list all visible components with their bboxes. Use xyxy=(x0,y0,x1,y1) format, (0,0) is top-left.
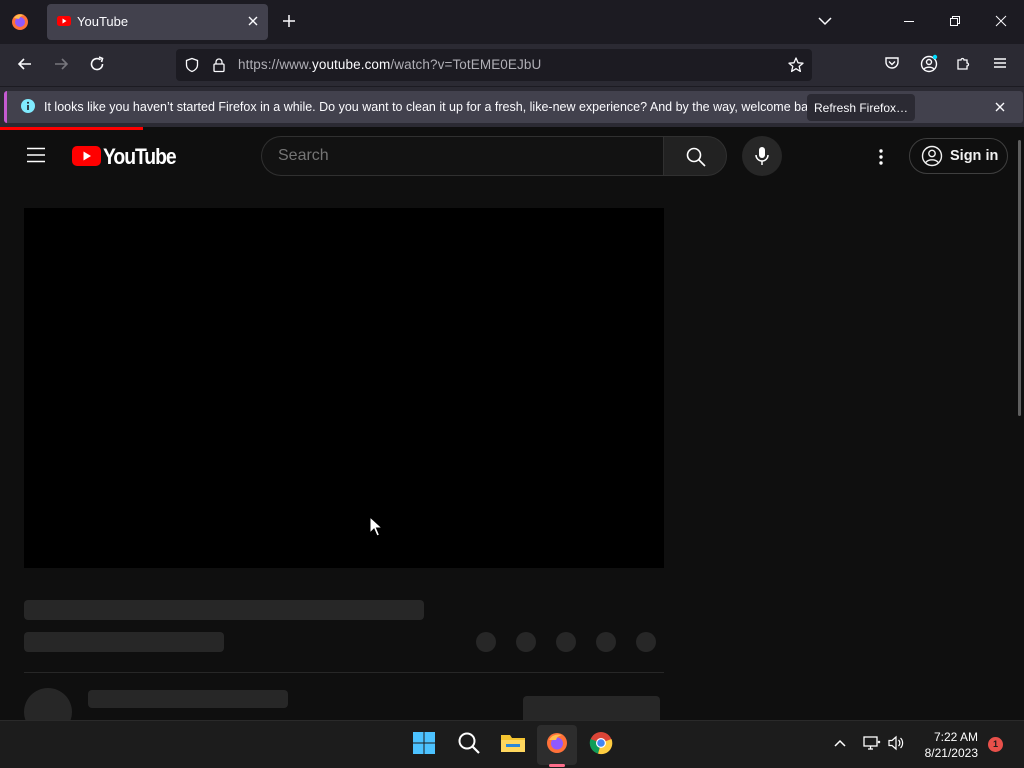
sign-in-label: Sign in xyxy=(950,148,999,164)
address-bar[interactable]: https://www.youtube.com/watch?v=TotEME0E… xyxy=(176,49,812,81)
title-placeholder xyxy=(24,600,424,620)
navigation-toolbar: https://www.youtube.com/watch?v=TotEME0E… xyxy=(0,44,1024,86)
user-circle-icon xyxy=(921,145,943,167)
url-host: youtube.com xyxy=(311,57,391,72)
youtube-page: YouTube Sign in xyxy=(0,130,1024,720)
meta-placeholder xyxy=(24,632,224,652)
list-all-tabs-icon[interactable] xyxy=(816,12,834,30)
url-text[interactable]: https://www.youtube.com/watch?v=TotEME0E… xyxy=(238,57,541,72)
search-button[interactable] xyxy=(663,136,727,176)
show-hidden-icons-chevron-icon[interactable] xyxy=(832,735,848,751)
forward-arrow-icon[interactable] xyxy=(51,54,71,74)
notification-message: It looks like you haven’t started Firefo… xyxy=(44,100,825,114)
youtube-favicon-icon xyxy=(57,16,71,26)
mouse-cursor-icon xyxy=(369,516,383,538)
sign-in-button[interactable]: Sign in xyxy=(909,138,1008,174)
url-path: /watch?v=TotEME0EJbU xyxy=(390,57,542,72)
guide-menu-icon[interactable] xyxy=(27,147,45,163)
refresh-firefox-button[interactable]: Refresh Firefox… xyxy=(807,94,915,121)
page-scrollbar[interactable] xyxy=(1018,140,1021,416)
search-icon xyxy=(686,147,706,167)
action-placeholder-5 xyxy=(636,632,656,652)
tab-strip: YouTube xyxy=(0,0,1024,44)
clock-date[interactable]: 8/21/2023 xyxy=(916,746,978,760)
divider xyxy=(24,672,664,673)
notification-center-badge[interactable]: 1 xyxy=(988,737,1003,752)
windows-start-icon[interactable] xyxy=(412,731,436,755)
pocket-icon[interactable] xyxy=(883,54,901,72)
firefox-taskbar-icon[interactable] xyxy=(545,731,569,755)
close-window-icon[interactable] xyxy=(992,12,1010,30)
close-tab-icon[interactable] xyxy=(247,15,259,27)
url-prefix: https://www. xyxy=(238,57,312,72)
subscribe-placeholder xyxy=(523,696,660,720)
taskbar-search-icon[interactable] xyxy=(457,731,481,755)
settings-kebab-icon[interactable] xyxy=(871,147,891,167)
tab-title: YouTube xyxy=(77,14,129,29)
tab-youtube[interactable]: YouTube xyxy=(47,4,268,40)
action-placeholder-1 xyxy=(476,632,496,652)
account-icon[interactable] xyxy=(919,54,939,74)
search-box[interactable] xyxy=(261,136,664,176)
voice-search-button[interactable] xyxy=(742,136,782,176)
notification-bar: It looks like you haven’t started Firefo… xyxy=(0,86,1024,127)
clock-time[interactable]: 7:22 AM xyxy=(924,730,978,744)
restore-icon[interactable] xyxy=(946,12,964,30)
back-arrow-icon[interactable] xyxy=(15,54,35,74)
lock-icon[interactable] xyxy=(211,57,227,73)
network-icon[interactable] xyxy=(863,735,881,751)
chrome-taskbar-icon[interactable] xyxy=(589,731,613,755)
youtube-logo-text[interactable]: YouTube xyxy=(103,144,177,170)
info-icon xyxy=(20,98,36,114)
firefox-running-indicator xyxy=(549,764,565,767)
bookmark-star-icon[interactable] xyxy=(787,56,805,74)
extensions-puzzle-icon[interactable] xyxy=(955,54,973,72)
reload-icon[interactable] xyxy=(87,54,107,74)
firefox-view-icon[interactable] xyxy=(8,10,32,34)
hamburger-menu-icon[interactable] xyxy=(991,54,1009,72)
action-placeholder-2 xyxy=(516,632,536,652)
video-player[interactable] xyxy=(24,208,664,568)
youtube-logo-icon[interactable] xyxy=(72,146,101,166)
channel-avatar-placeholder xyxy=(24,688,72,720)
file-explorer-icon[interactable] xyxy=(500,731,526,755)
new-tab-icon[interactable] xyxy=(280,12,298,30)
windows-taskbar: 7:22 AM 8/21/2023 1 xyxy=(0,720,1024,768)
action-placeholder-3 xyxy=(556,632,576,652)
microphone-icon xyxy=(755,147,769,165)
close-notification-icon[interactable] xyxy=(994,101,1006,113)
action-placeholder-4 xyxy=(596,632,616,652)
minimize-icon[interactable] xyxy=(900,12,918,30)
tracking-protection-shield-icon[interactable] xyxy=(184,57,200,73)
search-input[interactable] xyxy=(278,147,648,165)
channel-name-placeholder xyxy=(88,690,288,708)
volume-icon[interactable] xyxy=(887,735,905,751)
